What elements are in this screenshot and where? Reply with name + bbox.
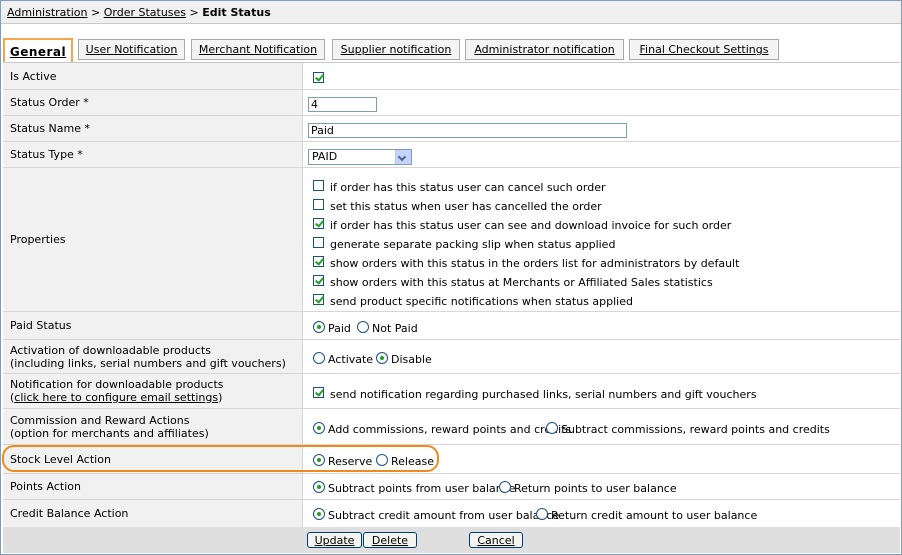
status-form: Is Active Status Order * 4 Status Name *… bbox=[3, 62, 900, 528]
send-notification-label: send notification regarding purchased li… bbox=[330, 388, 757, 401]
property-checkbox[interactable] bbox=[313, 237, 324, 248]
status-order-label: Status Order * bbox=[10, 96, 89, 109]
notification-sublabel: (click here to configure email settings) bbox=[10, 391, 223, 404]
return-points-radio[interactable] bbox=[499, 481, 511, 493]
paid-radio-label: Paid bbox=[328, 322, 351, 335]
activate-radio-label: Activate bbox=[328, 353, 374, 366]
property-label: generate separate packing slip when stat… bbox=[330, 238, 616, 251]
reserve-radio-label: Reserve bbox=[328, 455, 373, 468]
row-is-active: Is Active bbox=[3, 63, 900, 90]
notification-label: Notification for downloadable products bbox=[10, 378, 224, 391]
row-paid-status: Paid Status Paid Not Paid bbox=[3, 312, 900, 340]
add-commissions-radio[interactable] bbox=[313, 422, 325, 434]
breadcrumb-administration[interactable]: Administration bbox=[7, 6, 88, 19]
activate-radio[interactable] bbox=[313, 352, 325, 364]
property-checkbox[interactable] bbox=[313, 256, 324, 267]
property-checkbox[interactable] bbox=[313, 294, 324, 305]
commission-sublabel: (option for merchants and affiliates) bbox=[10, 426, 209, 440]
reserve-radio[interactable] bbox=[313, 454, 325, 466]
tab-supplier-notification[interactable]: Supplier notification bbox=[332, 39, 460, 60]
is-active-checkbox[interactable] bbox=[313, 72, 324, 83]
delete-button[interactable]: Delete bbox=[363, 532, 417, 548]
breadcrumb-separator: > bbox=[91, 6, 101, 19]
row-credit: Credit Balance Action Subtract credit am… bbox=[3, 500, 900, 528]
property-checkbox[interactable] bbox=[313, 218, 324, 229]
property-label: set this status when user has cancelled … bbox=[330, 200, 602, 213]
activation-sublabel: (including links, serial numbers and gif… bbox=[10, 356, 286, 370]
tab-administrator-notification[interactable]: Administrator notification bbox=[465, 39, 624, 60]
tab-merchant-notification[interactable]: Merchant Notification bbox=[191, 39, 325, 60]
properties-label: Properties bbox=[10, 233, 66, 246]
row-points: Points Action Subtract points from user … bbox=[3, 474, 900, 500]
cancel-button[interactable]: Cancel bbox=[469, 532, 523, 548]
edit-status-panel: Administration > Order Statuses > Edit S… bbox=[0, 0, 902, 555]
status-name-label: Status Name * bbox=[10, 122, 90, 135]
button-bar: Update Delete Cancel bbox=[3, 527, 900, 553]
tab-user-notification[interactable]: User Notification bbox=[78, 39, 185, 60]
subtract-credit-radio[interactable] bbox=[313, 508, 325, 520]
row-commission: Commission and Reward Actions (option fo… bbox=[3, 409, 900, 445]
tab-bar: General User Notification Merchant Notif… bbox=[1, 38, 901, 62]
not-paid-radio-label: Not Paid bbox=[372, 322, 418, 335]
row-status-name: Status Name * Paid bbox=[3, 116, 900, 142]
not-paid-radio[interactable] bbox=[357, 321, 369, 333]
property-label: show orders with this status at Merchant… bbox=[330, 276, 713, 289]
subtract-commissions-label: Subtract commissions, reward points and … bbox=[561, 423, 830, 436]
breadcrumb-order-statuses[interactable]: Order Statuses bbox=[104, 6, 186, 19]
subtract-commissions-radio[interactable] bbox=[546, 422, 558, 434]
paid-status-label: Paid Status bbox=[10, 319, 72, 332]
update-button[interactable]: Update bbox=[307, 532, 362, 548]
property-label: if order has this status user can see an… bbox=[330, 219, 732, 232]
property-checkbox[interactable] bbox=[313, 199, 324, 210]
status-type-select[interactable]: PAID bbox=[308, 149, 412, 165]
row-status-order: Status Order * 4 bbox=[3, 90, 900, 116]
tab-general[interactable]: General bbox=[3, 38, 73, 62]
send-notification-checkbox[interactable] bbox=[313, 387, 324, 398]
return-credit-radio[interactable] bbox=[536, 508, 548, 520]
credit-label: Credit Balance Action bbox=[10, 507, 129, 520]
release-radio-label: Release bbox=[391, 455, 434, 468]
property-label: if order has this status user can cancel… bbox=[330, 181, 606, 194]
activation-label: Activation of downloadable products bbox=[10, 343, 211, 357]
disable-radio[interactable] bbox=[376, 352, 388, 364]
commission-label: Commission and Reward Actions bbox=[10, 413, 190, 427]
property-checkbox[interactable] bbox=[313, 180, 324, 191]
row-status-type: Status Type * PAID bbox=[3, 142, 900, 168]
is-active-label: Is Active bbox=[10, 69, 57, 83]
row-activation: Activation of downloadable products (inc… bbox=[3, 340, 900, 374]
row-properties: Properties if order has this status user… bbox=[3, 168, 900, 312]
status-order-input[interactable]: 4 bbox=[308, 97, 377, 112]
stock-level-label: Stock Level Action bbox=[10, 452, 111, 466]
breadcrumb-current: Edit Status bbox=[202, 6, 271, 19]
paid-radio[interactable] bbox=[313, 321, 325, 333]
status-type-value: PAID bbox=[312, 150, 338, 163]
breadcrumb: Administration > Order Statuses > Edit S… bbox=[1, 1, 901, 24]
return-credit-label: Return credit amount to user balance bbox=[551, 509, 758, 522]
subtract-credit-label: Subtract credit amount from user balance bbox=[328, 509, 560, 522]
points-label: Points Action bbox=[10, 480, 81, 493]
subtract-points-label: Subtract points from user balance bbox=[328, 482, 516, 495]
property-label: send product specific notifications when… bbox=[330, 295, 633, 308]
row-stock-level: Stock Level Action Reserve Release bbox=[3, 445, 900, 474]
property-checkbox[interactable] bbox=[313, 275, 324, 286]
row-notification: Notification for downloadable products (… bbox=[3, 374, 900, 409]
release-radio[interactable] bbox=[376, 454, 388, 466]
configure-email-settings-link[interactable]: click here to configure email settings bbox=[14, 391, 218, 404]
return-points-label: Return points to user balance bbox=[514, 482, 677, 495]
tab-final-checkout-settings[interactable]: Final Checkout Settings bbox=[629, 39, 779, 60]
chevron-down-icon[interactable] bbox=[395, 150, 411, 164]
property-label: show orders with this status in the orde… bbox=[330, 257, 740, 270]
breadcrumb-separator: > bbox=[189, 6, 199, 19]
status-type-label: Status Type * bbox=[10, 148, 83, 161]
add-commissions-label: Add commissions, reward points and credi… bbox=[328, 423, 572, 436]
status-name-input[interactable]: Paid bbox=[308, 123, 627, 138]
subtract-points-radio[interactable] bbox=[313, 481, 325, 493]
disable-radio-label: Disable bbox=[391, 353, 432, 366]
